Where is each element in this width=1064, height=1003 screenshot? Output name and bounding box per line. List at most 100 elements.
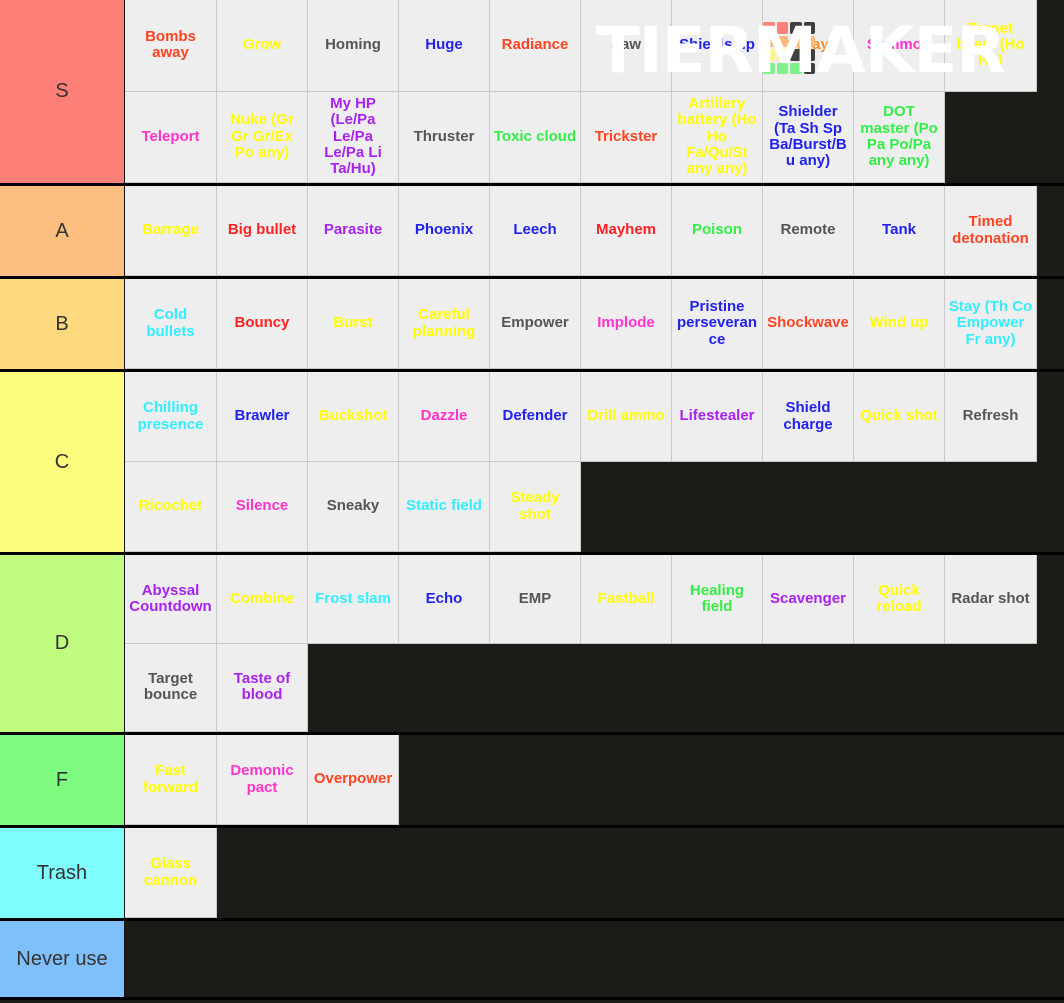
tier-item-cell[interactable]: Abyssal Countdown — [125, 555, 217, 644]
tier-item-cell[interactable]: Combine — [217, 555, 308, 644]
tier-label-s[interactable]: S — [0, 0, 125, 183]
tier-item-cell[interactable]: My HP (Le/Pa Le/Pa Le/Pa Li Ta/Hu) — [308, 91, 399, 183]
tier-body: Cold bullets Bouncy Burst Careful planning E… — [125, 279, 1064, 369]
tier-item-cell[interactable]: Target beam (Ho Ho) — [945, 0, 1037, 92]
tier-item-cell[interactable]: Taste of blood — [217, 643, 308, 732]
empty-slot-area[interactable] — [1037, 0, 1064, 92]
tier-label-never-use[interactable]: Never use — [0, 921, 125, 997]
tier-item-cell[interactable]: Mayhem — [581, 186, 672, 276]
tier-item-cell[interactable]: Phoenix — [399, 186, 490, 276]
empty-slot-area[interactable] — [1037, 279, 1064, 369]
tier-item-cell[interactable]: Silence — [217, 462, 308, 552]
tier-item-cell[interactable]: Poison — [672, 186, 763, 276]
tier-item-cell[interactable]: Empower — [490, 279, 581, 369]
tier-item-cell[interactable]: Huge — [399, 0, 490, 92]
tier-item-cell[interactable]: Wind up — [854, 279, 945, 369]
tier-label-b[interactable]: B — [0, 279, 125, 369]
tier-item-cell[interactable]: Fastball — [581, 555, 672, 644]
tier-item-cell[interactable]: Buckshot — [308, 372, 399, 462]
tier-item-cell[interactable]: EMP — [490, 555, 581, 644]
tier-item-cell[interactable]: Burst — [308, 279, 399, 369]
tier-item-cell[interactable]: Toxic cloud — [490, 91, 581, 183]
tier-item-cell[interactable]: Tank — [854, 186, 945, 276]
tier-item-cell[interactable]: Cold bullets — [125, 279, 217, 369]
tier-item-cell[interactable]: Fast forward — [125, 735, 217, 825]
tier-item-cell[interactable]: Scavenger — [763, 555, 854, 644]
tier-item-cell[interactable]: Demonic pact — [217, 735, 308, 825]
tier-item-cell[interactable]: Saw — [581, 0, 672, 92]
tier-item-cell[interactable]: Barrage — [125, 186, 217, 276]
tier-item-cell[interactable]: Timed detonation — [945, 186, 1037, 276]
tier-label-f[interactable]: F — [0, 735, 125, 825]
tier-body: Bombs away Grow Homing Huge Radiance Saw Shiel… — [125, 0, 1064, 183]
empty-slot-area[interactable] — [1037, 555, 1064, 644]
tier-item-cell[interactable]: DOT master (Po Pa Po/Pa any any) — [854, 91, 945, 183]
tier-item-cell[interactable]: Lifestealer — [672, 372, 763, 462]
tier-row-trash: Trash Glass cannon — [0, 828, 1064, 921]
tier-item-cell[interactable]: Echo — [399, 555, 490, 644]
empty-slot-area[interactable] — [1037, 372, 1064, 462]
tier-item-cell[interactable]: Shields up — [672, 0, 763, 92]
tier-item-cell[interactable]: Shield charge — [763, 372, 854, 462]
tier-item-cell[interactable]: Drill ammo — [581, 372, 672, 462]
tier-item-cell[interactable]: Stay (Th Co Empower Fr any) — [945, 279, 1037, 369]
empty-slot-area[interactable] — [581, 462, 1064, 552]
tier-item-cell[interactable]: Radiance — [490, 0, 581, 92]
tier-item-cell[interactable]: Bombs away — [125, 0, 217, 92]
tier-item-cell[interactable]: Bouncy — [217, 279, 308, 369]
tier-item-cell[interactable]: Parasite — [308, 186, 399, 276]
tier-item-cell[interactable]: Quick reload — [854, 555, 945, 644]
empty-slot-area[interactable] — [945, 91, 1064, 183]
tier-item-cell[interactable]: Frost slam — [308, 555, 399, 644]
tier-item-cell[interactable]: Overpower — [308, 735, 399, 825]
tier-item-cell[interactable]: Steady shot — [490, 462, 581, 552]
tier-item-cell[interactable]: Defender — [490, 372, 581, 462]
tier-item-cell[interactable]: Trickster — [581, 91, 672, 183]
tier-row-f: F Fast forward Demonic pact Overpower — [0, 735, 1064, 828]
tier-body: Chilling presence Brawler Buckshot Dazzle De… — [125, 372, 1064, 552]
tier-list-board: S Bombs away Grow Homing Huge Radiance Saw Shie… — [0, 0, 1064, 1003]
tier-item-cell[interactable]: Grow — [217, 0, 308, 92]
tier-item-cell[interactable]: Ricochet — [125, 462, 217, 552]
empty-slot-area[interactable] — [1037, 186, 1064, 276]
tier-item-cell[interactable]: Summon — [854, 0, 945, 92]
tier-item-cell[interactable]: Glass cannon — [125, 828, 217, 918]
tier-item-cell[interactable]: Refresh — [945, 372, 1037, 462]
tier-item-cell[interactable]: Big bullet — [217, 186, 308, 276]
tier-body: Abyssal Countdown Combine Frost slam Echo EM… — [125, 555, 1064, 732]
tier-item-cell[interactable]: Pristine perseverance — [672, 279, 763, 369]
tier-item-cell[interactable]: Target bounce — [125, 643, 217, 732]
tier-item-cell[interactable]: Artillery battery (Ho Ho Fa/Qu/St any an… — [672, 91, 763, 183]
empty-slot-area[interactable] — [217, 828, 1064, 918]
tier-label-d[interactable]: D — [0, 555, 125, 732]
tier-item-cell[interactable]: Leech — [490, 186, 581, 276]
tier-cell-line: Glass cannon — [125, 828, 1064, 918]
tier-item-cell[interactable]: Shockwave — [763, 279, 854, 369]
empty-slot-area[interactable] — [125, 921, 1064, 997]
tier-item-cell[interactable]: Dazzle — [399, 372, 490, 462]
empty-slot-area[interactable] — [308, 643, 1064, 732]
tier-cell-line — [125, 921, 1064, 997]
tier-label-c[interactable]: C — [0, 372, 125, 552]
tier-item-cell[interactable]: Radar shot — [945, 555, 1037, 644]
tier-row-b: B Cold bullets Bouncy Burst Careful planning… — [0, 279, 1064, 372]
tier-item-cell[interactable]: Shielder (Ta Sh Sp Ba/Burst/Bu any) — [763, 91, 854, 183]
tier-row-never-use: Never use — [0, 921, 1064, 1000]
tier-item-cell[interactable]: Static field — [399, 462, 490, 552]
tier-label-trash[interactable]: Trash — [0, 828, 125, 918]
empty-slot-area[interactable] — [399, 735, 1064, 825]
tier-item-cell[interactable]: Nuke (Gr Gr Gr/Ex Po any) — [217, 91, 308, 183]
tier-item-cell[interactable]: Healing field — [672, 555, 763, 644]
tier-item-cell[interactable]: Quick shot — [854, 372, 945, 462]
tier-label-a[interactable]: A — [0, 186, 125, 276]
tier-item-cell[interactable]: Brawler — [217, 372, 308, 462]
tier-item-cell[interactable]: Implode — [581, 279, 672, 369]
tier-item-cell[interactable]: Careful planning — [399, 279, 490, 369]
tier-item-cell[interactable]: Spray — [763, 0, 854, 92]
tier-item-cell[interactable]: Sneaky — [308, 462, 399, 552]
tier-item-cell[interactable]: Chilling presence — [125, 372, 217, 462]
tier-item-cell[interactable]: Teleport — [125, 91, 217, 183]
tier-item-cell[interactable]: Homing — [308, 0, 399, 92]
tier-item-cell[interactable]: Thruster — [399, 91, 490, 183]
tier-item-cell[interactable]: Remote — [763, 186, 854, 276]
